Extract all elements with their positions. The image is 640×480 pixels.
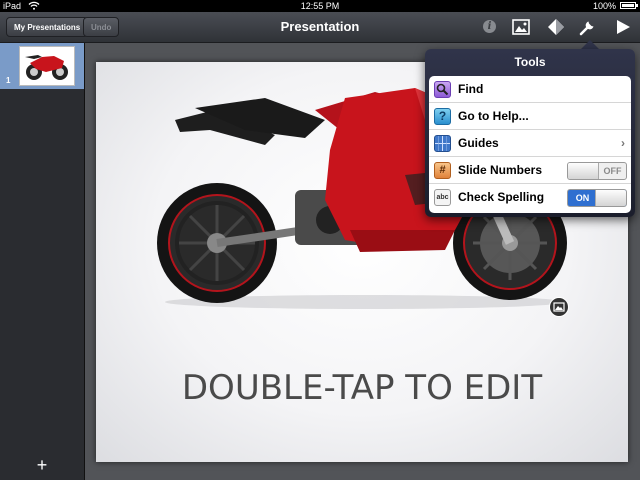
slide-number-icon: # xyxy=(434,162,451,179)
slide-thumbnail[interactable] xyxy=(19,46,75,86)
toggle-state-label: ON xyxy=(575,193,590,203)
animation-icon[interactable] xyxy=(545,17,567,37)
spelling-icon: abc xyxy=(434,189,451,206)
undo-button[interactable]: Undo xyxy=(83,17,120,37)
tools-popover: Tools Find ? Go to Help... Guides › # Sl… xyxy=(425,49,635,217)
tools-item-slide-numbers[interactable]: # Slide Numbers OFF xyxy=(429,157,631,184)
check-spelling-toggle[interactable]: ON xyxy=(567,189,627,207)
image-replace-badge-icon[interactable] xyxy=(549,297,569,317)
clock: 12:55 PM xyxy=(300,1,340,11)
slide-text-placeholder[interactable]: DOUBLE-TAP TO EDIT xyxy=(96,368,628,408)
chevron-right-icon: › xyxy=(621,136,625,150)
popover-title: Tools xyxy=(514,55,546,69)
play-icon[interactable] xyxy=(612,17,634,37)
toolbar: Presentation My Presentations Undo i xyxy=(0,12,640,43)
tools-item-label: Go to Help... xyxy=(458,109,529,123)
slide-number: 1 xyxy=(6,76,11,85)
add-slide-button[interactable]: + xyxy=(0,456,84,474)
media-icon[interactable] xyxy=(510,17,532,37)
tools-item-label: Check Spelling xyxy=(458,190,545,204)
guides-icon xyxy=(434,135,451,152)
status-bar: iPad 12:55 PM 100% xyxy=(0,0,640,12)
magnifier-icon xyxy=(434,81,451,98)
slide-numbers-toggle[interactable]: OFF xyxy=(567,162,627,180)
info-icon[interactable]: i xyxy=(478,17,500,37)
tools-item-find[interactable]: Find xyxy=(429,76,631,103)
slide-navigator: 1 + xyxy=(0,43,85,480)
help-icon: ? xyxy=(434,108,451,125)
slide-thumbnail-row[interactable]: 1 xyxy=(0,43,84,89)
battery-percent: 100% xyxy=(592,1,616,11)
tools-item-check-spelling[interactable]: abc Check Spelling ON xyxy=(429,184,631,211)
tools-item-guides[interactable]: Guides › xyxy=(429,130,631,157)
tools-item-label: Guides xyxy=(458,136,499,150)
tools-item-label: Slide Numbers xyxy=(458,163,543,177)
thumbnail-motorcycle-image xyxy=(25,55,68,80)
tools-item-label: Find xyxy=(458,82,484,96)
tools-item-help[interactable]: ? Go to Help... xyxy=(429,103,631,130)
battery-icon xyxy=(620,2,638,9)
toggle-state-label: OFF xyxy=(603,166,622,176)
tools-list: Find ? Go to Help... Guides › # Slide Nu… xyxy=(429,76,631,213)
tools-icon[interactable] xyxy=(576,17,598,37)
my-presentations-button[interactable]: My Presentations xyxy=(6,17,89,37)
